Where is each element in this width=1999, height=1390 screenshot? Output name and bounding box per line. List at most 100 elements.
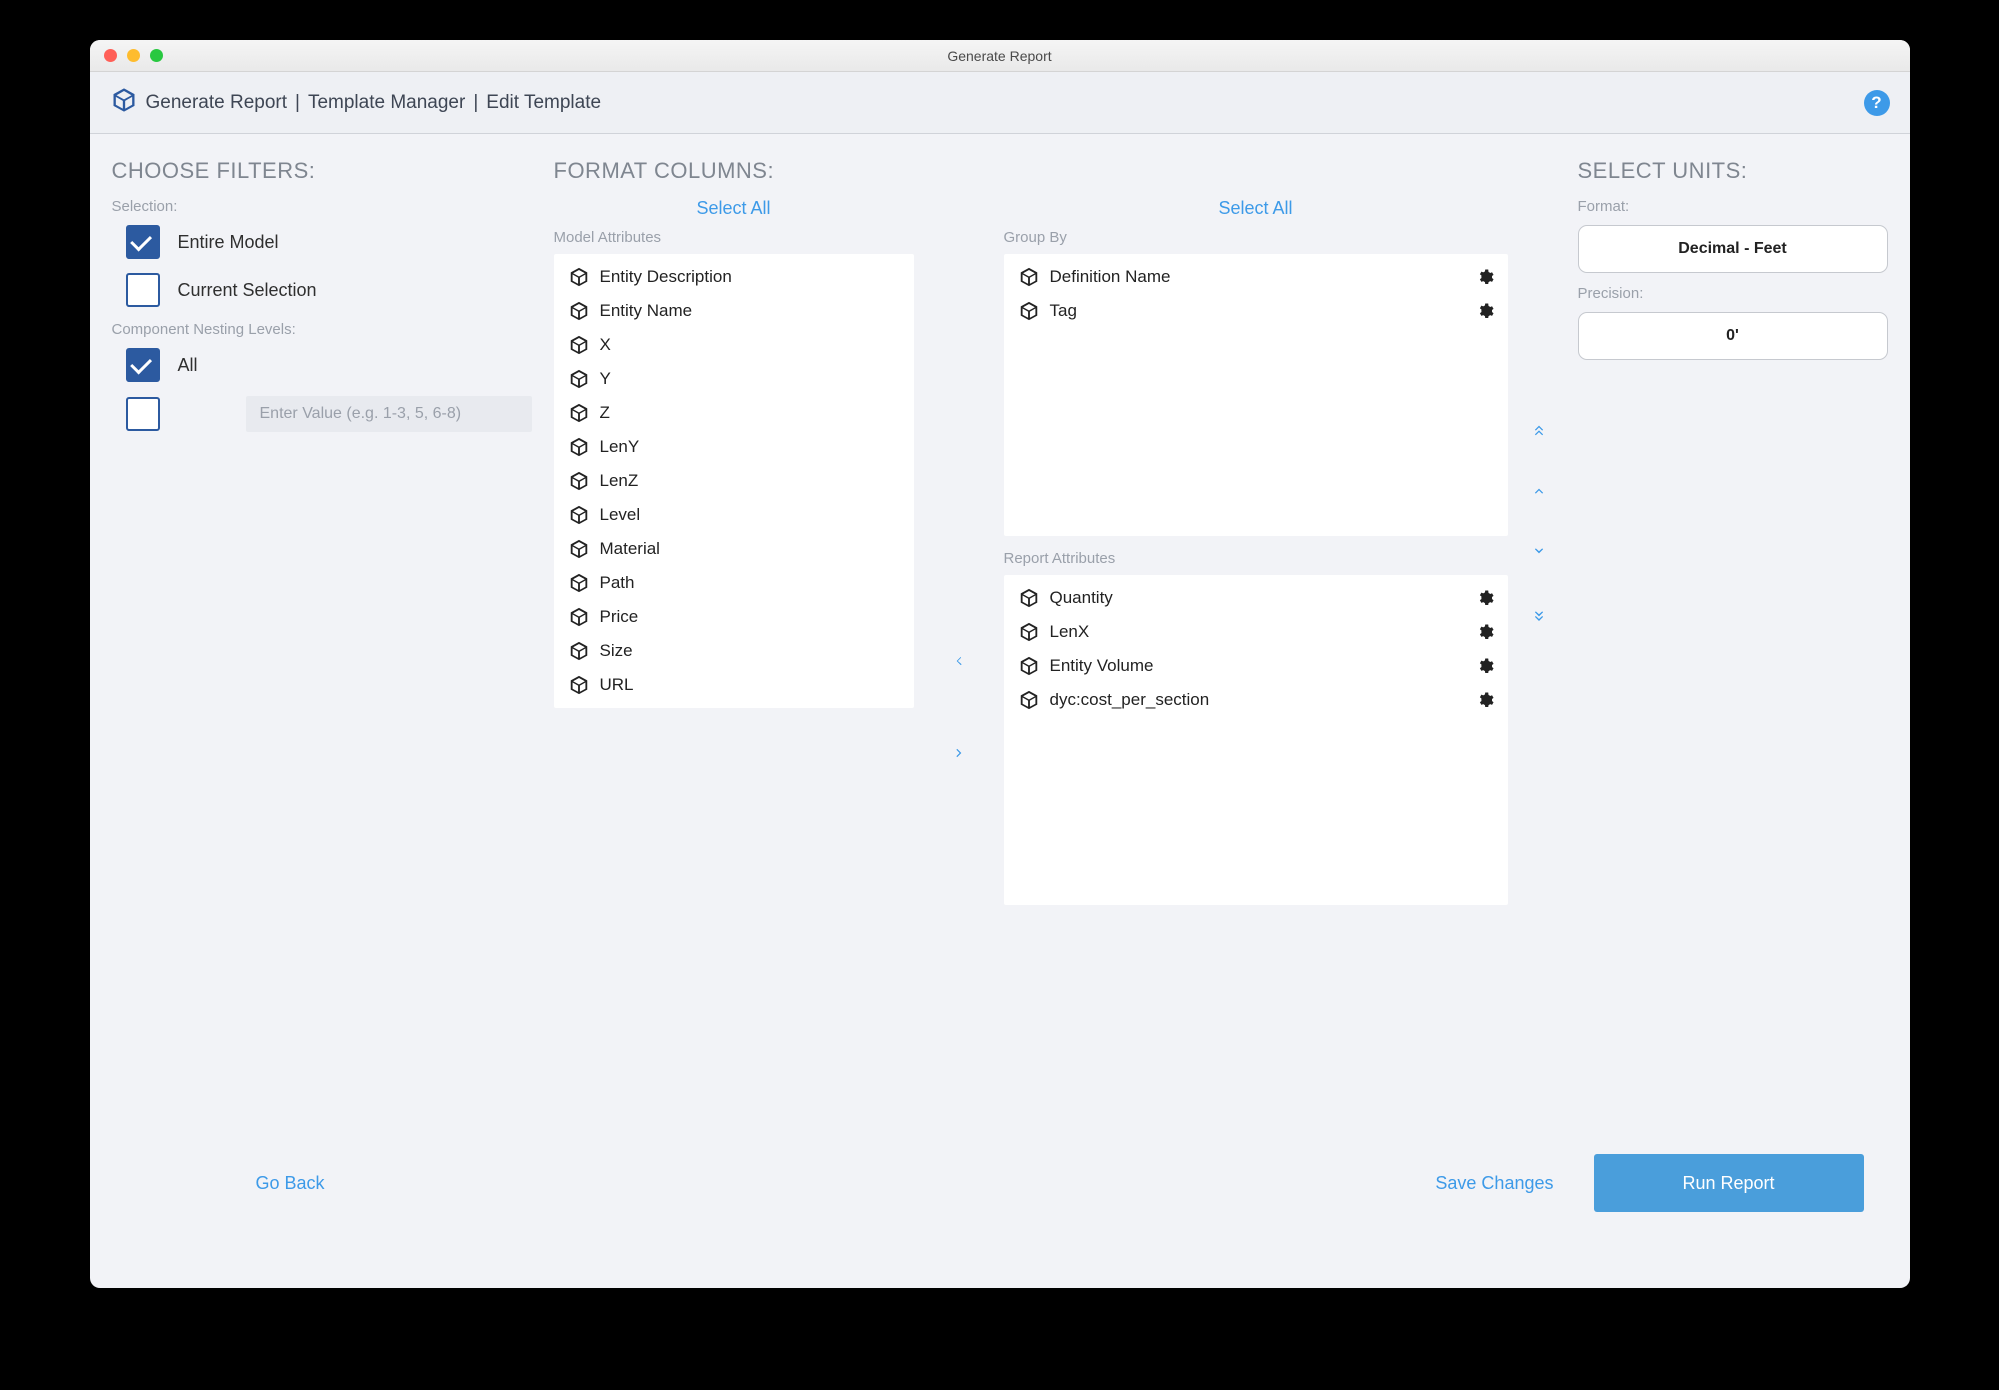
move-up-button[interactable] — [1532, 484, 1546, 498]
nesting-custom-checkbox[interactable] — [126, 397, 160, 431]
current-selection-checkbox[interactable] — [126, 273, 160, 307]
attribute-item[interactable]: LenZ — [554, 464, 914, 498]
precision-select-label: Precision: — [1578, 285, 1888, 302]
gear-icon[interactable] — [1476, 657, 1494, 675]
cube-icon — [568, 266, 590, 288]
move-down-button[interactable] — [1532, 544, 1546, 558]
entire-model-checkbox[interactable] — [126, 225, 160, 259]
model-attributes-list: Entity Description Entity Name XYZ LenY LenZ… — [554, 254, 914, 708]
gear-icon[interactable] — [1476, 691, 1494, 709]
attribute-label: Material — [600, 539, 660, 559]
attribute-item[interactable]: Z — [554, 396, 914, 430]
attribute-item[interactable]: Material — [554, 532, 914, 566]
nesting-all-checkbox[interactable] — [126, 348, 160, 382]
precision-select[interactable]: 0' — [1578, 312, 1888, 360]
cube-icon — [1018, 587, 1040, 609]
select-all-model[interactable]: Select All — [554, 198, 914, 219]
entire-model-label: Entire Model — [178, 232, 279, 253]
attribute-item[interactable]: Y — [554, 362, 914, 396]
attribute-item[interactable]: Entity Description — [554, 260, 914, 294]
cube-icon — [568, 470, 590, 492]
cube-icon — [568, 640, 590, 662]
footer: Go Back Save Changes Run Report — [90, 1154, 1910, 1288]
attribute-label: dyc:cost_per_section — [1050, 690, 1210, 710]
attribute-item[interactable]: Definition Name — [1004, 260, 1508, 294]
nesting-label: Component Nesting Levels: — [112, 321, 532, 338]
select-all-group[interactable]: Select All — [1004, 198, 1508, 219]
attribute-label: X — [600, 335, 611, 355]
attribute-label: Y — [600, 369, 611, 389]
nesting-input[interactable] — [246, 396, 532, 432]
attribute-item[interactable]: Size — [554, 634, 914, 668]
gear-icon[interactable] — [1476, 302, 1494, 320]
window: Generate Report Generate Report | Templa… — [90, 40, 1910, 1288]
move-left-button[interactable] — [952, 654, 966, 668]
attribute-label: Quantity — [1050, 588, 1113, 608]
move-bottom-button[interactable] — [1532, 604, 1546, 624]
save-changes-button[interactable]: Save Changes — [1435, 1173, 1553, 1194]
report-attributes-list: Quantity LenX Entity Volume dyc:cost_per_se… — [1004, 575, 1508, 905]
gear-icon[interactable] — [1476, 268, 1494, 286]
cube-icon — [568, 334, 590, 356]
cube-icon — [568, 538, 590, 560]
group-by-label: Group By — [1004, 229, 1508, 246]
nesting-all-label: All — [178, 355, 198, 376]
cube-icon — [568, 300, 590, 322]
attribute-label: Entity Description — [600, 267, 732, 287]
app-logo-icon — [110, 86, 138, 120]
go-back-button[interactable]: Go Back — [136, 1173, 325, 1194]
attribute-item[interactable]: Entity Name — [554, 294, 914, 328]
model-attributes-label: Model Attributes — [554, 229, 914, 246]
breadcrumb-sep: | — [295, 92, 300, 114]
current-selection-label: Current Selection — [178, 280, 317, 301]
breadcrumb: Generate Report | Template Manager | Edi… — [110, 86, 602, 120]
attribute-item[interactable]: Tag — [1004, 294, 1508, 328]
attribute-label: LenX — [1050, 622, 1090, 642]
run-report-button[interactable]: Run Report — [1594, 1154, 1864, 1212]
reorder-controls — [1522, 198, 1556, 905]
attribute-label: Level — [600, 505, 641, 525]
move-right-button[interactable] — [952, 746, 966, 760]
attribute-item[interactable]: Entity Volume — [1004, 649, 1508, 683]
breadcrumb-section[interactable]: Template Manager — [308, 92, 465, 114]
units-title: SELECT UNITS: — [1578, 158, 1888, 184]
move-top-button[interactable] — [1532, 418, 1546, 438]
attribute-label: Entity Volume — [1050, 656, 1154, 676]
attribute-label: LenY — [600, 437, 640, 457]
format-select[interactable]: Decimal - Feet — [1578, 225, 1888, 273]
attribute-label: Definition Name — [1050, 267, 1171, 287]
attribute-item[interactable]: LenY — [554, 430, 914, 464]
breadcrumb-sep: | — [473, 92, 478, 114]
gear-icon[interactable] — [1476, 589, 1494, 607]
cube-icon — [1018, 266, 1040, 288]
attribute-item[interactable]: Price — [554, 600, 914, 634]
format-column: FORMAT COLUMNS: Select All Model Attribu… — [554, 158, 1556, 1154]
attribute-label: Tag — [1050, 301, 1077, 321]
cube-icon — [568, 368, 590, 390]
attribute-label: URL — [600, 675, 634, 695]
cube-icon — [568, 674, 590, 696]
group-by-list: Definition Name Tag — [1004, 254, 1508, 536]
attribute-item[interactable]: URL — [554, 668, 914, 702]
breadcrumb-app[interactable]: Generate Report — [146, 92, 288, 114]
attribute-label: Z — [600, 403, 610, 423]
selection-label: Selection: — [112, 198, 532, 215]
cube-icon — [568, 436, 590, 458]
format-title: FORMAT COLUMNS: — [554, 158, 1556, 184]
cube-icon — [1018, 621, 1040, 643]
window-title: Generate Report — [90, 48, 1910, 64]
attribute-label: Entity Name — [600, 301, 693, 321]
attribute-item[interactable]: Path — [554, 566, 914, 600]
transfer-controls — [942, 198, 976, 905]
help-icon[interactable]: ? — [1864, 90, 1890, 116]
breadcrumb-page: Edit Template — [486, 92, 601, 114]
attribute-item[interactable]: LenX — [1004, 615, 1508, 649]
gear-icon[interactable] — [1476, 623, 1494, 641]
attribute-label: Size — [600, 641, 633, 661]
units-column: SELECT UNITS: Format: Decimal - Feet Pre… — [1578, 158, 1888, 1154]
attribute-item[interactable]: X — [554, 328, 914, 362]
cube-icon — [568, 572, 590, 594]
attribute-item[interactable]: Quantity — [1004, 581, 1508, 615]
attribute-item[interactable]: Level — [554, 498, 914, 532]
attribute-item[interactable]: dyc:cost_per_section — [1004, 683, 1508, 717]
